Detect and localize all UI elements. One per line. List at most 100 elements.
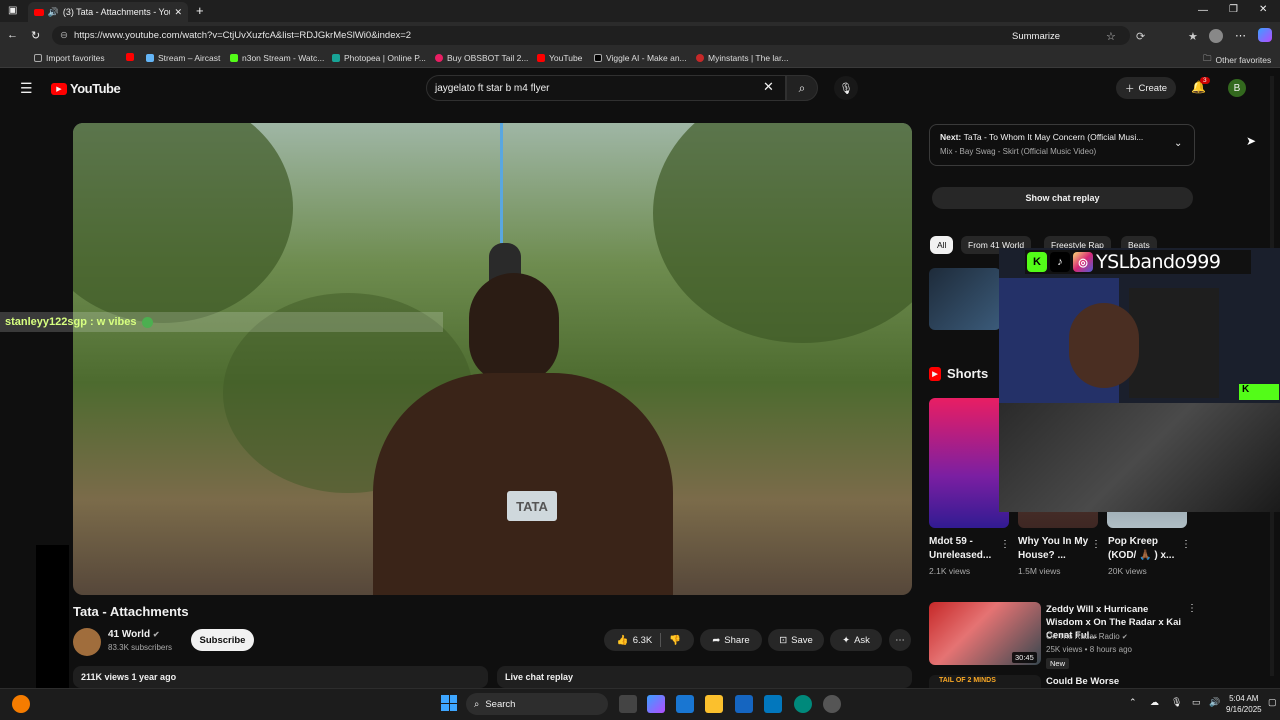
short-title[interactable]: Mdot 59 - Unreleased...: [929, 535, 1005, 563]
show-chat-replay-button[interactable]: Show chat replay: [932, 187, 1193, 209]
aircast-icon: [146, 54, 154, 62]
favorite-item[interactable]: Myinstants | The lar...: [696, 53, 788, 63]
summarize-button[interactable]: Summarize: [1012, 31, 1060, 42]
new-tab-button[interactable]: +: [196, 3, 204, 18]
youtube-logo[interactable]: ▶ YouTube: [51, 81, 121, 96]
close-window-icon[interactable]: ✕: [1259, 4, 1267, 15]
keyboard-area: [999, 403, 1280, 512]
more-vert-icon[interactable]: ⋮: [1091, 539, 1101, 550]
chat-overlay-message: stanleyy122sgp : w vibes: [0, 312, 443, 332]
site-info-icon[interactable]: ⊖: [60, 30, 68, 41]
favorite-item[interactable]: Photopea | Online P...: [332, 53, 426, 63]
related-video-thumbnail[interactable]: TAIL OF 2 MINDS: [929, 675, 1041, 688]
voice-search-button[interactable]: 🎙: [834, 76, 858, 100]
copilot-icon[interactable]: [1258, 28, 1272, 42]
short-title[interactable]: Pop Kreep (KOD/ 🙏🏾 ) x...: [1108, 535, 1184, 563]
search-button[interactable]: ⌕: [786, 75, 818, 101]
chevron-up-icon[interactable]: ⌃: [1129, 697, 1137, 708]
volume-icon[interactable]: 🔊: [1209, 697, 1220, 708]
network-icon[interactable]: ▭: [1192, 697, 1201, 708]
favorite-item[interactable]: n3on Stream - Watc...: [230, 53, 324, 63]
account-avatar[interactable]: B: [1228, 79, 1246, 97]
extensions-icon[interactable]: ⟳: [1136, 30, 1145, 43]
favorite-star-icon[interactable]: ☆: [1106, 30, 1116, 43]
notification-center-icon[interactable]: ▢: [1268, 697, 1277, 708]
close-tab-icon[interactable]: ✕: [174, 7, 182, 18]
plus-icon: ＋: [1124, 84, 1135, 95]
shorts-heading: ▶ Shorts: [929, 366, 988, 381]
refresh-icon[interactable]: ↻: [31, 29, 40, 42]
favorite-item[interactable]: YouTube: [537, 53, 582, 63]
weather-widget-icon[interactable]: [12, 695, 30, 713]
speaker-icon[interactable]: 🔊: [48, 7, 59, 18]
subscriber-count: 83.3K subscribers: [108, 643, 173, 652]
video-background: [73, 123, 293, 323]
microphone-icon[interactable]: 🎙: [1171, 697, 1182, 708]
taskbar-search[interactable]: ⌕ Search: [466, 693, 608, 715]
more-vert-icon[interactable]: ⋮: [1187, 603, 1197, 614]
url-field[interactable]: ⊖ https://www.youtube.com/watch?v=CtjUvX…: [52, 26, 1130, 45]
chip-all[interactable]: All: [930, 236, 954, 254]
obs-icon[interactable]: [823, 695, 841, 713]
favorite-item[interactable]: Import favorites: [34, 53, 105, 63]
dislike-button[interactable]: 👎: [669, 635, 681, 646]
store-icon[interactable]: [676, 695, 694, 713]
related-video-title[interactable]: Could Be Worse: [1046, 676, 1119, 687]
favorite-item[interactable]: Buy OBSBOT Tail 2...: [435, 53, 528, 63]
share-icon: ➦: [712, 634, 721, 646]
recommended-thumbnail[interactable]: [929, 268, 1001, 330]
maximize-icon[interactable]: ❐: [1229, 4, 1238, 15]
browser-menu-icon[interactable]: ⋯: [1235, 29, 1246, 42]
more-vert-icon[interactable]: ⋮: [1181, 539, 1191, 550]
video-duration: 30:45: [1012, 652, 1037, 663]
up-next-panel[interactable]: Next: TaTa - To Whom It May Concern (Off…: [929, 124, 1195, 166]
search-icon: ⌕: [474, 698, 480, 710]
task-view-icon[interactable]: [619, 695, 637, 713]
share-button[interactable]: ➦ Share: [700, 629, 762, 651]
import-icon: [34, 54, 42, 62]
photos-icon[interactable]: [764, 695, 782, 713]
like-button[interactable]: 👍 6.3K: [617, 635, 652, 646]
taskbar-clock[interactable]: 5:04 AM 9/16/2025: [1226, 693, 1262, 715]
minimize-icon[interactable]: —: [1198, 5, 1208, 16]
divider: [660, 633, 662, 647]
other-favorites[interactable]: 🗀 Other favorites: [1203, 53, 1271, 67]
channel-name[interactable]: 41 World ✔: [108, 629, 160, 640]
channel-avatar[interactable]: [73, 628, 101, 656]
search-input[interactable]: jaygelato ft star b m4 flyer: [426, 75, 786, 101]
cloud-icon[interactable]: ☁: [1150, 697, 1159, 708]
more-vert-icon[interactable]: ⋮: [1000, 539, 1010, 550]
save-button[interactable]: ⊡ Save: [768, 629, 824, 651]
windows-start-icon[interactable]: [441, 695, 457, 711]
favorite-item[interactable]: Stream – Aircast: [146, 53, 220, 63]
mouse-cursor-icon: ➤: [1246, 134, 1257, 148]
hamburger-menu-icon[interactable]: ☰: [20, 80, 33, 97]
short-thumbnail[interactable]: [929, 398, 1009, 528]
browser-tab[interactable]: 🔊 (3) Tata - Attachments - You ✕: [28, 2, 188, 22]
short-title[interactable]: Why You In My House? ...: [1018, 535, 1094, 563]
edge-icon[interactable]: [794, 695, 812, 713]
more-actions-button[interactable]: ⋯: [889, 629, 911, 651]
kick-icon: [230, 54, 238, 62]
description-box[interactable]: 211K views 1 year ago: [73, 666, 488, 688]
clear-search-icon[interactable]: ✕: [763, 79, 774, 95]
live-chat-replay-header[interactable]: Live chat replay: [497, 666, 912, 688]
favorites-icon[interactable]: ★: [1188, 30, 1198, 43]
subscribe-button[interactable]: Subscribe: [191, 629, 254, 651]
related-video-channel[interactable]: On The Radar Radio ✔: [1046, 632, 1128, 641]
file-explorer-icon[interactable]: [705, 695, 723, 713]
window-menu-icon[interactable]: ▣: [8, 5, 17, 16]
back-icon[interactable]: ←: [7, 29, 18, 41]
ask-button[interactable]: ✦ Ask: [830, 629, 882, 651]
profile-icon[interactable]: [1209, 29, 1223, 43]
video-player[interactable]: TATA: [73, 123, 912, 595]
favorite-item[interactable]: [126, 53, 134, 61]
favorite-item[interactable]: Viggle AI - Make an...: [594, 53, 687, 63]
create-button[interactable]: ＋ Create: [1116, 77, 1176, 99]
window-titlebar: [0, 0, 1280, 22]
copilot-icon[interactable]: [647, 695, 665, 713]
outlook-icon[interactable]: [735, 695, 753, 713]
kick-badge: K: [1239, 384, 1279, 400]
chevron-down-icon[interactable]: ⌄: [1174, 138, 1182, 149]
notification-count-badge: 3: [1200, 77, 1210, 84]
